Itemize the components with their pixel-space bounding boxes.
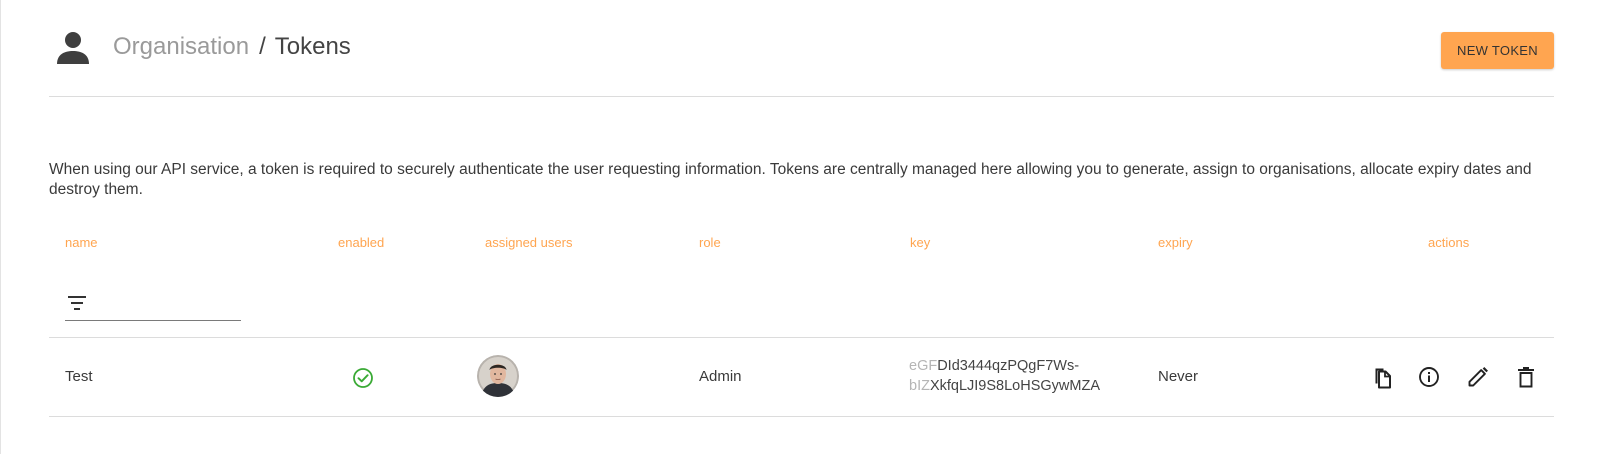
column-header-name[interactable]: name: [65, 235, 98, 250]
breadcrumb: Organisation / Tokens: [113, 33, 351, 61]
token-name: Test: [65, 368, 93, 385]
breadcrumb-organisation[interactable]: Organisation: [113, 33, 249, 60]
key-line1-prefix: eGF: [909, 358, 938, 374]
filter-list-icon: [68, 296, 86, 310]
filter-input[interactable]: [95, 293, 239, 317]
token-key: eGFDId3444qzPQgF7Ws- bIZXkfqLJI9S8LoHSGy…: [909, 356, 1100, 396]
key-line2: XkfqLJI9S8LoHSGywMZA: [929, 378, 1100, 394]
column-header-role[interactable]: role: [699, 235, 721, 250]
token-expiry: Never: [1158, 368, 1199, 385]
key-line1: DId3444qzPQgF7Ws-: [937, 358, 1080, 374]
token-role: Admin: [699, 368, 742, 385]
page-title: Tokens: [274, 33, 351, 60]
column-header-assigned-users[interactable]: assigned users: [485, 235, 572, 250]
row-divider: [49, 337, 1554, 338]
column-header-enabled[interactable]: enabled: [338, 235, 384, 250]
delete-icon[interactable]: [1513, 364, 1539, 390]
column-header-key[interactable]: key: [910, 235, 930, 250]
left-divider: [0, 0, 1, 454]
info-icon[interactable]: [1416, 364, 1442, 390]
check-circle-icon: [353, 368, 373, 388]
column-header-expiry[interactable]: expiry: [1158, 235, 1193, 250]
new-token-button[interactable]: NEW TOKEN: [1441, 32, 1554, 69]
row-divider: [49, 416, 1554, 417]
key-line2-prefix: bIZ: [909, 378, 930, 394]
person-icon: [57, 32, 89, 64]
breadcrumb-separator: /: [259, 33, 266, 60]
edit-icon[interactable]: [1465, 364, 1491, 390]
table-filter[interactable]: [65, 289, 241, 321]
page-description: When using our API service, a token is r…: [49, 161, 1532, 198]
copy-icon[interactable]: [1368, 364, 1394, 390]
column-header-actions: actions: [1428, 235, 1470, 250]
user-avatar[interactable]: [477, 355, 519, 397]
page-header: Organisation / Tokens NEW TOKEN: [49, 0, 1554, 97]
